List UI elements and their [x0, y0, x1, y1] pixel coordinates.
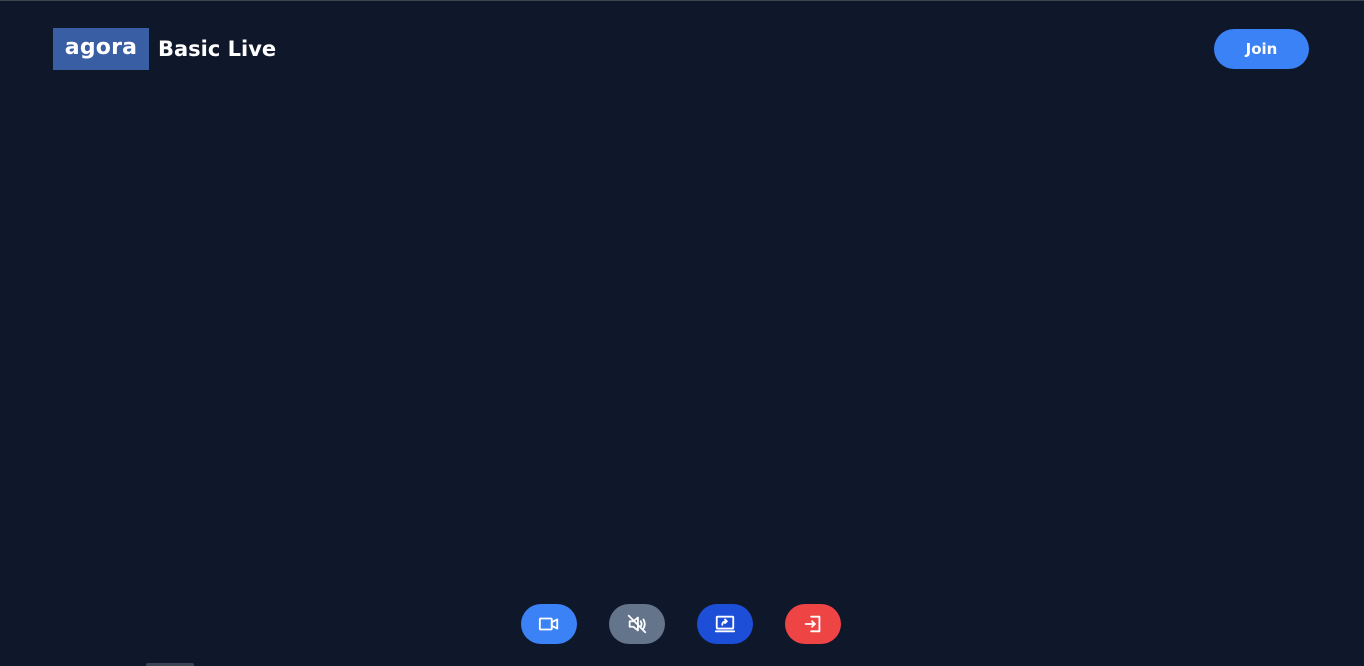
screen-share-button[interactable] — [697, 604, 753, 644]
exit-icon — [804, 615, 821, 633]
mute-button[interactable] — [609, 604, 665, 644]
agora-logo: agora — [53, 28, 149, 70]
speaker-muted-icon — [627, 614, 647, 634]
leave-button[interactable] — [785, 604, 841, 644]
control-bar — [0, 604, 1364, 644]
video-camera-icon — [538, 617, 559, 631]
screen-share-icon — [714, 615, 736, 633]
header: agora Basic Live Join — [0, 1, 1364, 101]
camera-button[interactable] — [521, 604, 577, 644]
logo-text: agora — [64, 34, 138, 60]
page-title: Basic Live — [158, 37, 277, 61]
join-button[interactable]: Join — [1214, 29, 1309, 69]
